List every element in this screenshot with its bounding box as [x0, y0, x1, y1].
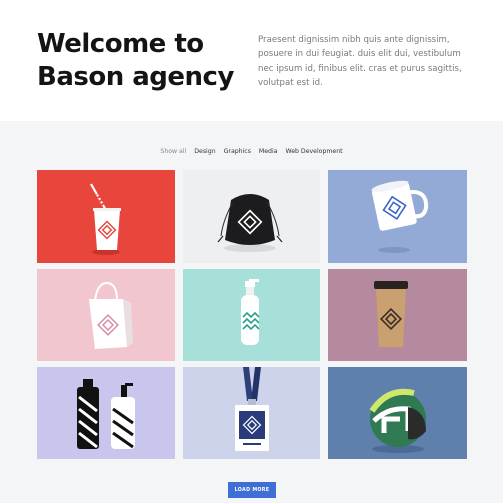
coffee-cup-image	[328, 269, 467, 361]
portfolio-item-mug[interactable]	[328, 170, 467, 263]
portfolio-item-coffee-cup[interactable]	[328, 269, 467, 361]
portfolio-item-helmet[interactable]	[328, 367, 467, 459]
helmet-image	[328, 367, 467, 459]
portfolio-item-shopping-bag[interactable]	[37, 269, 175, 361]
portfolio-item-paper-cup[interactable]	[37, 170, 175, 263]
filter-media[interactable]: Media	[259, 148, 278, 155]
hero-section: Welcome to Bason agency Praesent digniss…	[0, 0, 503, 121]
filter-design[interactable]: Design	[194, 148, 215, 155]
bottles-image	[37, 367, 175, 459]
portfolio-grid	[37, 170, 467, 460]
portfolio-item-pump-bottle[interactable]	[183, 269, 320, 361]
portfolio-item-drawstring-bag[interactable]	[183, 170, 320, 263]
filter-graphics[interactable]: Graphics	[224, 148, 251, 155]
shopping-bag-image	[37, 269, 175, 361]
page-title: Welcome to Bason agency	[37, 29, 234, 92]
paper-cup-image	[37, 170, 175, 263]
portfolio-item-bottles[interactable]	[37, 367, 175, 459]
portfolio-filter: Show all Design Graphics Media Web Devel…	[0, 148, 503, 155]
mug-image	[328, 170, 467, 263]
portfolio-item-id-badge[interactable]	[183, 367, 320, 459]
filter-show-all[interactable]: Show all	[160, 148, 186, 155]
pump-bottle-image	[183, 269, 320, 361]
load-more-button[interactable]: LOAD MORE	[228, 482, 276, 498]
id-badge-image	[183, 367, 320, 459]
hero-description: Praesent dignissim nibh quis ante dignis…	[258, 35, 462, 88]
filter-web-development[interactable]: Web Development	[285, 148, 342, 155]
drawstring-bag-image	[183, 170, 320, 263]
